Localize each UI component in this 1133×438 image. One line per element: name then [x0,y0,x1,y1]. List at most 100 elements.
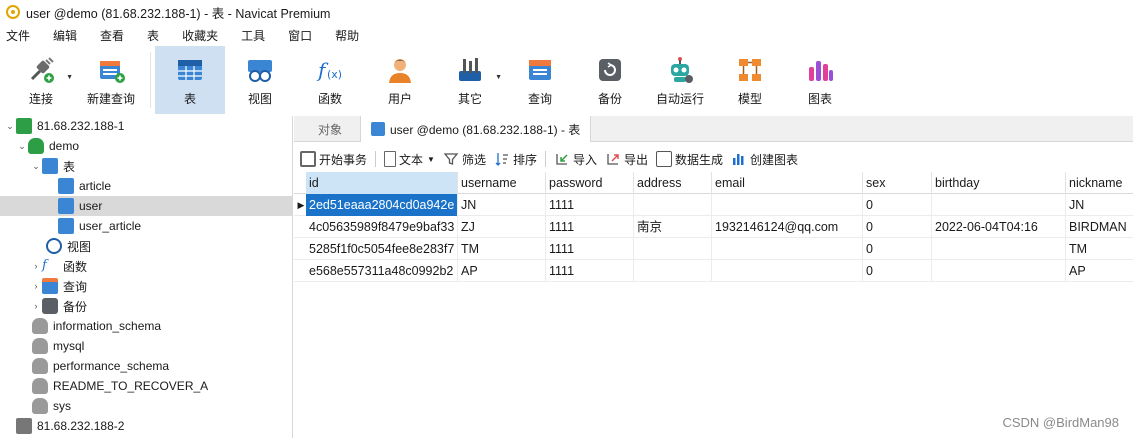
cell-password[interactable]: 1111 [546,260,634,282]
connection-item-1[interactable]: ⌄ 81.68.232.188-1 [0,116,292,136]
connect-button[interactable]: 连接 ▼ [6,46,76,114]
cell-password[interactable]: 1111 [546,216,634,238]
views-folder[interactable]: 视图 [0,236,292,256]
connection-item-2[interactable]: 81.68.232.188-2 [0,416,292,436]
backup-icon [595,54,625,86]
menu-view[interactable]: 查看 [94,27,130,44]
table-row[interactable]: e568e557311a48c0992b2 AP 1111 0 AP [294,260,1133,282]
cell-birthday[interactable] [932,238,1066,260]
cell-id[interactable]: 5285f1f0c5054fee8e283f7 [306,238,458,260]
column-header-email[interactable]: email [712,172,863,194]
expand-caret-icon[interactable]: › [30,281,42,291]
table-item-user[interactable]: user [0,196,292,216]
filter-button[interactable]: 筛选 [443,151,486,168]
cell-id[interactable]: 4c05635989f8479e9baf33 [306,216,458,238]
column-header-address[interactable]: address [634,172,712,194]
cell-username[interactable]: ZJ [458,216,546,238]
cell-id[interactable]: 2ed51eaaa2804cd0a942e [306,194,458,216]
expand-caret-icon[interactable]: › [30,261,42,271]
table-row[interactable]: 5285f1f0c5054fee8e283f7 TM 1111 0 TM [294,238,1133,260]
backup-button[interactable]: 备份 [575,46,645,114]
cell-nickname[interactable]: JN [1066,194,1133,216]
query-button[interactable]: 查询 [505,46,575,114]
cell-sex[interactable]: 0 [863,238,932,260]
table-row[interactable]: ▶ 2ed51eaaa2804cd0a942e JN 1111 0 JN [294,194,1133,216]
menu-window[interactable]: 窗口 [282,27,318,44]
database-item-sys[interactable]: sys [0,396,292,416]
menu-favorites[interactable]: 收藏夹 [176,27,224,44]
cell-password[interactable]: 1111 [546,238,634,260]
cell-sex[interactable]: 0 [863,194,932,216]
column-header-nickname[interactable]: nickname [1066,172,1133,194]
cell-birthday[interactable]: 2022-06-04T04:16 [932,216,1066,238]
create-chart-button[interactable]: 创建图表 [731,151,798,168]
cell-birthday[interactable] [932,260,1066,282]
cell-sex[interactable]: 0 [863,216,932,238]
begin-transaction-button[interactable]: 开始事务 [300,151,367,168]
queries-folder[interactable]: › 查询 [0,276,292,296]
model-button[interactable]: 模型 [715,46,785,114]
column-header-sex[interactable]: sex [863,172,932,194]
cell-nickname[interactable]: AP [1066,260,1133,282]
cell-id[interactable]: e568e557311a48c0992b2 [306,260,458,282]
cell-birthday[interactable] [932,194,1066,216]
cell-address[interactable] [634,260,712,282]
other-dropdown-icon[interactable]: ▼ [495,74,502,81]
new-query-button[interactable]: 新建查询 [76,46,146,114]
user-button[interactable]: 用户 [365,46,435,114]
tab-objects[interactable]: 对象 [318,116,342,142]
collapse-caret-icon[interactable]: ⌄ [4,121,16,132]
functions-folder[interactable]: › f 函数 [0,256,292,276]
expand-caret-icon[interactable]: › [30,301,42,311]
cell-sex[interactable]: 0 [863,260,932,282]
menu-edit[interactable]: 编辑 [47,27,83,44]
connect-dropdown-icon[interactable]: ▼ [66,74,73,81]
database-item-demo[interactable]: ⌄ demo [0,136,292,156]
view-button[interactable]: 视图 [225,46,295,114]
cell-username[interactable]: JN [458,194,546,216]
cell-username[interactable]: TM [458,238,546,260]
database-item-information-schema[interactable]: information_schema [0,316,292,336]
cell-username[interactable]: AP [458,260,546,282]
database-item-mysql[interactable]: mysql [0,336,292,356]
column-header-password[interactable]: password [546,172,634,194]
backups-folder[interactable]: › 备份 [0,296,292,316]
cell-nickname[interactable]: TM [1066,238,1133,260]
automation-button[interactable]: 自动运行 [645,46,715,114]
cell-email[interactable] [712,260,863,282]
database-item-performance-schema[interactable]: performance_schema [0,356,292,376]
menu-file[interactable]: 文件 [0,27,36,44]
table-button[interactable]: 表 [155,46,225,114]
table-item-article[interactable]: article [0,176,292,196]
collapse-caret-icon[interactable]: ⌄ [16,141,28,152]
table-item-user-article[interactable]: user_article [0,216,292,236]
cell-nickname[interactable]: BIRDMAN [1066,216,1133,238]
chart-button[interactable]: 图表 [785,46,855,114]
menu-help[interactable]: 帮助 [329,27,365,44]
column-header-id[interactable]: id [306,172,458,194]
column-header-username[interactable]: username [458,172,546,194]
chevron-down-icon[interactable]: ▼ [427,155,435,164]
sort-button[interactable]: 排序 [494,151,537,168]
text-button[interactable]: 文本 ▼ [384,151,435,168]
cell-address[interactable] [634,194,712,216]
import-button[interactable]: 导入 [554,151,597,168]
collapse-caret-icon[interactable]: ⌄ [30,161,42,172]
cell-email[interactable] [712,194,863,216]
cell-address[interactable]: 南京 [634,216,712,238]
cell-email[interactable] [712,238,863,260]
other-button[interactable]: 其它 ▼ [435,46,505,114]
generate-data-button[interactable]: 数据生成 [656,151,723,168]
table-row[interactable]: 4c05635989f8479e9baf33 ZJ 1111 南京 193214… [294,216,1133,238]
tables-folder[interactable]: ⌄ 表 [0,156,292,176]
export-button[interactable]: 导出 [605,151,648,168]
menu-tools[interactable]: 工具 [235,27,271,44]
menu-table[interactable]: 表 [141,27,165,44]
function-button[interactable]: f (x) 函数 [295,46,365,114]
cell-address[interactable] [634,238,712,260]
tab-user-table[interactable]: user @demo (81.68.232.188-1) - 表 [360,116,592,142]
database-item-readme[interactable]: README_TO_RECOVER_A [0,376,292,396]
cell-password[interactable]: 1111 [546,194,634,216]
column-header-birthday[interactable]: birthday [932,172,1066,194]
cell-email[interactable]: 1932146124@qq.com [712,216,863,238]
